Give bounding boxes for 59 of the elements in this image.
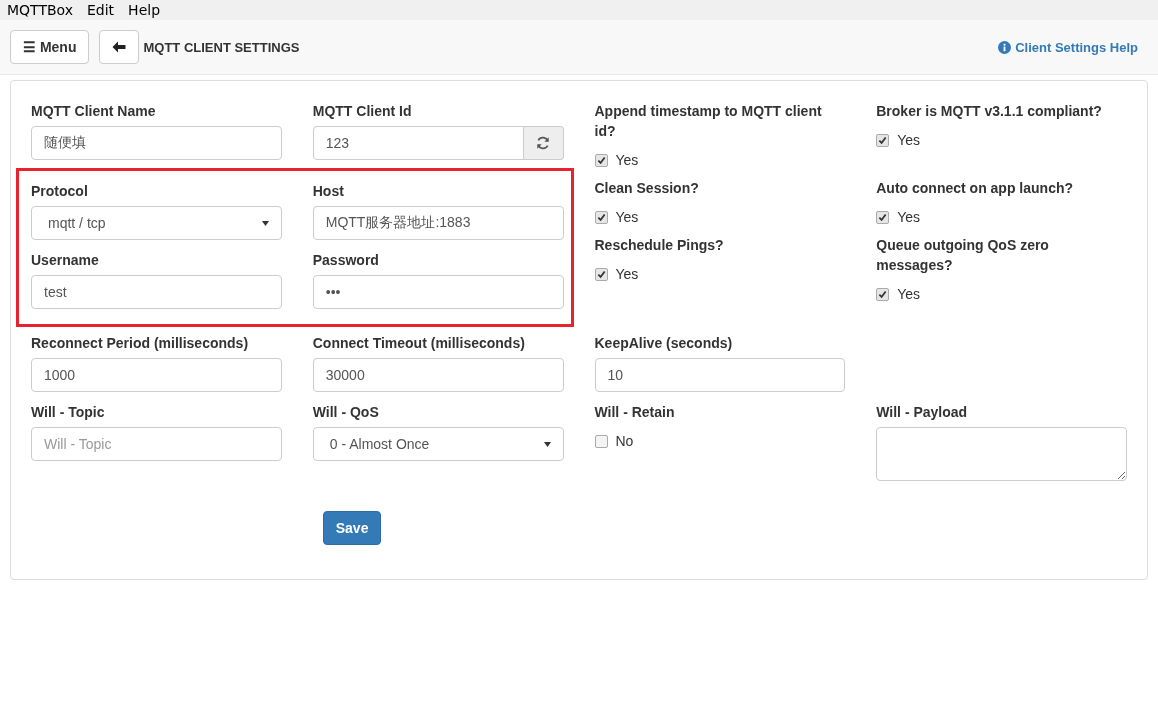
textarea-field[interactable] (876, 427, 1127, 481)
arrow-left-icon (112, 41, 127, 53)
checkbox[interactable] (876, 287, 890, 301)
field-label: Host (312, 182, 345, 201)
field-label: Reconnect Period (milliseconds) (31, 334, 250, 353)
field-label: Append timestamp to MQTT client id? (594, 102, 823, 141)
field-label: Broker is MQTT v3.1.1 compliant? (876, 102, 1103, 121)
checkbox[interactable] (594, 210, 608, 224)
checkbox-label: Yes (897, 132, 921, 148)
text-field[interactable]: MQTT服务器地址:1883 (312, 206, 564, 240)
field-label: Password (312, 251, 380, 270)
checkbox[interactable] (876, 133, 890, 147)
refresh-icon (536, 136, 550, 150)
text-field[interactable]: 随便填 (31, 126, 282, 160)
text-field[interactable]: test (31, 275, 282, 309)
select-field[interactable]: mqtt / tcp (31, 206, 282, 240)
field-label: Will - Retain (594, 403, 676, 422)
menu-button[interactable]: ☰ Menu (10, 30, 90, 64)
checkbox[interactable] (594, 267, 608, 281)
field-label: KeepAlive (seconds) (594, 334, 734, 353)
checkbox-label: No (615, 433, 634, 449)
back-button[interactable] (99, 30, 140, 64)
checkbox-label: Yes (615, 266, 639, 282)
field-label: Will - Payload (876, 403, 969, 422)
field-label: Queue outgoing QoS zero messages? (876, 236, 1050, 275)
checkbox-label: Yes (897, 209, 921, 225)
field-label: MQTT Client Name (31, 102, 157, 121)
checkbox-label: Yes (897, 286, 921, 302)
text-field[interactable]: ••• (312, 275, 564, 309)
help-link[interactable]: Client Settings Help (998, 39, 1138, 55)
menu-item[interactable]: Edit (87, 0, 115, 20)
field-label: Reschedule Pings? (594, 236, 725, 255)
field-label: Clean Session? (594, 179, 700, 198)
checkbox-label: Yes (615, 209, 639, 225)
info-icon (998, 40, 1012, 54)
save-button[interactable]: Save (322, 511, 382, 545)
select-field[interactable]: 0 - Almost Once (312, 427, 564, 461)
checkbox[interactable] (876, 210, 890, 224)
menu-item[interactable]: MQTTBox (7, 0, 73, 20)
text-field[interactable]: 123 (312, 126, 524, 160)
refresh-button[interactable] (523, 126, 564, 160)
field-label: Connect Timeout (milliseconds) (312, 334, 526, 353)
text-field[interactable]: 1000 (31, 358, 282, 392)
field-label: Will - Topic (31, 403, 106, 422)
page-title: MQTT CLIENT SETTINGS (143, 39, 300, 55)
field-label: Protocol (31, 182, 89, 201)
text-field[interactable]: 10 (594, 358, 846, 392)
field-label: Will - QoS (312, 403, 380, 422)
checkbox-label: Yes (615, 152, 639, 168)
text-field[interactable]: 30000 (312, 358, 564, 392)
checkbox[interactable] (594, 153, 608, 167)
field-label: Auto connect on app launch? (876, 179, 1075, 198)
caret-icon (543, 441, 551, 447)
field-label: MQTT Client Id (312, 102, 413, 121)
caret-icon (261, 220, 269, 226)
menu-item[interactable]: Help (128, 0, 161, 20)
text-field[interactable]: Will - Topic (31, 427, 282, 461)
field-label: Username (31, 251, 100, 270)
checkbox[interactable] (594, 434, 608, 448)
